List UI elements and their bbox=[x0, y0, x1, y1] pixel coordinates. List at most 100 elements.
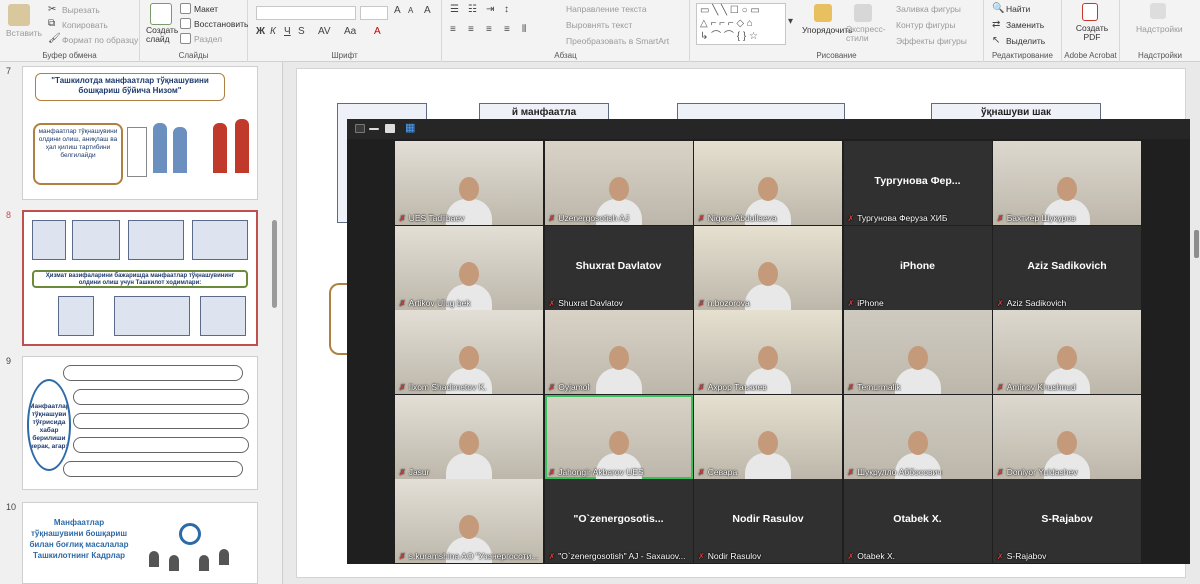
quick-styles-button[interactable]: Экспресс-стили bbox=[846, 25, 886, 43]
participant-tile[interactable]: Temurmalik bbox=[843, 310, 992, 394]
bullets-icon[interactable]: ☰ bbox=[450, 4, 459, 15]
participant-tile[interactable]: Бахтиёр Шукуров bbox=[993, 141, 1141, 225]
copy-button[interactable]: Копировать bbox=[62, 20, 108, 30]
layout-button[interactable]: Макет bbox=[194, 4, 218, 14]
participant-tile[interactable]: "O`zenergosotis... "O`zenergosotish" AJ -… bbox=[544, 479, 693, 563]
font-name-field[interactable] bbox=[256, 6, 356, 20]
bold-button[interactable]: Ж bbox=[256, 26, 265, 37]
participant-tile[interactable]: Uzenergosotish AJ bbox=[544, 141, 693, 225]
participant-tile[interactable]: Doniyor Yuldashev bbox=[993, 394, 1141, 479]
participant-tile[interactable]: Севара bbox=[694, 394, 842, 479]
participant-tile[interactable]: Ilxom Shadimetov K. bbox=[395, 310, 543, 394]
slide-bracket-shape[interactable] bbox=[329, 283, 349, 355]
line-spacing-icon[interactable]: ↕ bbox=[504, 4, 509, 15]
arrange-button[interactable]: Упорядочить bbox=[802, 25, 853, 35]
slide-number: 7 bbox=[6, 66, 12, 76]
grow-font-icon[interactable]: A bbox=[394, 5, 401, 16]
find-button[interactable]: Найти bbox=[1006, 4, 1030, 14]
restore-icon[interactable] bbox=[385, 124, 395, 133]
window-icon[interactable] bbox=[355, 124, 365, 133]
shape-effects-button[interactable]: Эффекты фигуры bbox=[896, 36, 967, 46]
acrobat-group-label: Adobe Acrobat bbox=[1064, 51, 1117, 60]
participant-display-name: Otabek X. bbox=[893, 513, 942, 525]
participant-tile[interactable]: Shuxrat Davlatov Shuxrat Davlatov bbox=[544, 225, 693, 310]
shrink-font-icon[interactable]: A bbox=[408, 6, 413, 15]
paragraph-group: ☰ ☷ ⇥ ↕ ≡ ≡ ≡ ≡ ⫴ Направление текста Выр… bbox=[442, 0, 690, 62]
participant-tile[interactable]: S-Rajabov S-Rajabov bbox=[993, 479, 1141, 563]
addins-icon[interactable] bbox=[1150, 3, 1166, 19]
new-slide-icon[interactable] bbox=[150, 3, 172, 25]
font-group: A A A Ж К Ч S AV Aa A Шрифт bbox=[248, 0, 442, 62]
italic-button[interactable]: К bbox=[270, 26, 276, 37]
participant-tile[interactable]: Oyjamol bbox=[544, 310, 693, 394]
font-color-icon[interactable]: A bbox=[374, 26, 381, 37]
arrange-icon[interactable] bbox=[814, 4, 832, 22]
shape-outline-button[interactable]: Контур фигуры bbox=[896, 20, 955, 30]
replace-button[interactable]: Заменить bbox=[1006, 20, 1044, 30]
canvas-scrollbar[interactable] bbox=[1194, 230, 1199, 258]
paste-button[interactable]: Вставить bbox=[6, 28, 42, 38]
align-text-button[interactable]: Выровнять текст bbox=[566, 20, 632, 30]
paste-icon[interactable] bbox=[8, 4, 30, 26]
shape-fill-button[interactable]: Заливка фигуры bbox=[896, 4, 961, 14]
columns-icon[interactable]: ⫴ bbox=[522, 24, 526, 35]
pdf-icon[interactable] bbox=[1082, 3, 1098, 21]
participant-tile[interactable]: Ахрор Таъкиев bbox=[694, 310, 842, 394]
gallery-view-icon[interactable]: ▦ bbox=[405, 121, 415, 134]
participant-tile[interactable]: Nigora Abdullaeva bbox=[694, 141, 842, 225]
slide-thumbnail-8[interactable]: Ҳизмат вазифаларини бажаришда манфаатлар… bbox=[22, 210, 258, 346]
clear-format-icon[interactable]: A bbox=[424, 5, 431, 16]
change-case-icon[interactable]: Aa bbox=[344, 26, 356, 37]
new-slide-button[interactable]: Создать слайд bbox=[146, 26, 178, 44]
smartart-button[interactable]: Преобразовать в SmartArt bbox=[566, 36, 669, 46]
align-center-icon[interactable]: ≡ bbox=[468, 24, 474, 35]
shapes-more-icon[interactable]: ▾ bbox=[788, 16, 793, 27]
participant-tile[interactable]: iPhone iPhone bbox=[843, 225, 992, 310]
participant-tile[interactable]: Aminov Khushnud bbox=[993, 310, 1141, 394]
font-size-field[interactable] bbox=[360, 6, 388, 20]
editing-group-label: Редактирование bbox=[992, 51, 1053, 60]
participant-tile[interactable]: Otabek X. Otabek X. bbox=[843, 479, 992, 563]
participant-tile[interactable]: Artikov Ulug bek bbox=[395, 225, 543, 310]
text-direction-button[interactable]: Направление текста bbox=[566, 4, 647, 14]
editing-group: 🔍 Найти ⇄ Заменить ↖ Выделить Редактиров… bbox=[984, 0, 1062, 62]
participant-tile[interactable]: Тургунова Фер... Тургунова Феруза ХИБ bbox=[843, 141, 992, 225]
slide-thumbnail-7[interactable]: "Ташкилотда манфаатлар тўқнашувини бошқа… bbox=[22, 66, 258, 200]
justify-icon[interactable]: ≡ bbox=[504, 24, 510, 35]
select-button[interactable]: Выделить bbox=[1006, 36, 1045, 46]
slide-thumbnail-9[interactable]: Манфаатлар тўқнашуви тўғрисида хабар бер… bbox=[22, 356, 258, 490]
participant-name-label: UES Tadjibaev bbox=[399, 213, 465, 223]
participant-tile[interactable]: s.kuramshina AO "Узэнергосоти... bbox=[395, 479, 543, 563]
participant-tile[interactable]: Nodir Rasulov Nodir Rasulov bbox=[694, 479, 842, 563]
video-meeting-window[interactable]: ▦ UES Tadjibaev Uzenergosotish AJ Nigora A… bbox=[347, 119, 1190, 564]
participant-tile[interactable]: UES Tadjibaev bbox=[395, 141, 543, 225]
participant-display-name: iPhone bbox=[899, 259, 935, 272]
thumbnails-scrollbar[interactable] bbox=[272, 220, 277, 308]
thumb-list-item bbox=[63, 365, 243, 381]
participant-tile[interactable]: n.bozorova bbox=[694, 225, 842, 310]
participant-tile[interactable]: Шукрулло Аббосович bbox=[843, 394, 992, 479]
format-painter-button[interactable]: Формат по образцу bbox=[62, 35, 138, 45]
section-button[interactable]: Раздел bbox=[194, 34, 222, 44]
shapes-gallery[interactable]: ▭ ╲ ╲ ☐ ○ ▭ △ ⌐ ⌐ ⌐ ◇ ⌂ ↳ ⌒ ⌒ { } ☆ bbox=[696, 3, 786, 45]
underline-button[interactable]: Ч bbox=[284, 26, 291, 37]
cut-button[interactable]: Вырезать bbox=[62, 5, 100, 15]
char-spacing-icon[interactable]: AV bbox=[318, 26, 331, 37]
addins-button[interactable]: Надстройки bbox=[1136, 24, 1183, 34]
align-right-icon[interactable]: ≡ bbox=[486, 24, 492, 35]
align-left-icon[interactable]: ≡ bbox=[450, 24, 456, 35]
numbering-icon[interactable]: ☷ bbox=[468, 4, 477, 15]
create-pdf-button[interactable]: Создать PDF bbox=[1072, 24, 1112, 42]
slide-thumbnail-10[interactable]: Манфаатлар тўқнашувини бошқариш билан бо… bbox=[22, 502, 258, 584]
participant-tile[interactable]: Jasur bbox=[395, 394, 543, 479]
indent-icon[interactable]: ⇥ bbox=[486, 4, 494, 15]
quick-styles-icon[interactable] bbox=[854, 4, 872, 22]
strike-button[interactable]: S bbox=[298, 26, 305, 37]
participant-tile[interactable]: Jahongir Akbarov UES bbox=[544, 394, 693, 479]
find-icon: 🔍 bbox=[992, 3, 1005, 14]
participant-tile[interactable]: Aziz Sadikovich Aziz Sadikovich bbox=[993, 225, 1141, 310]
minimize-icon[interactable] bbox=[369, 128, 379, 130]
reset-button[interactable]: Восстановить bbox=[194, 19, 248, 29]
thumb-box bbox=[114, 296, 190, 336]
slide-thumbnails-pane[interactable]: 7 "Ташкилотда манфаатлар тўқнашувини бош… bbox=[0, 62, 283, 584]
